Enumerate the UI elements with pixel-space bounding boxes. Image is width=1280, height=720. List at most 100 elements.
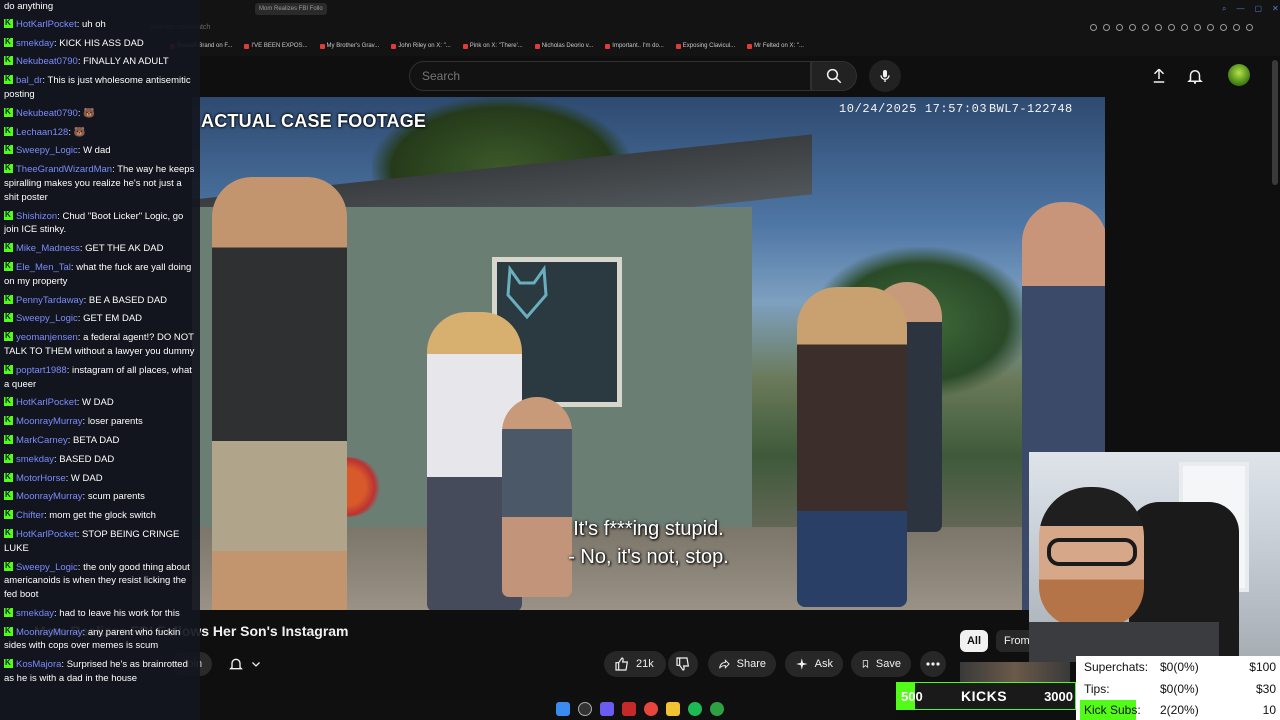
chat-username[interactable]: TheeGrandWizardMan: [16, 164, 112, 175]
extension-icon[interactable]: [1142, 24, 1149, 31]
voice-search-button[interactable]: [869, 60, 901, 92]
share-button[interactable]: Share: [708, 651, 776, 677]
dislike-button[interactable]: [668, 651, 698, 677]
folder-icon[interactable]: [666, 702, 680, 716]
video-player[interactable]: ACTUAL CASE FOOTAGE 10/24/2025 17:57:03 …: [192, 97, 1105, 610]
search-button[interactable]: [811, 61, 857, 91]
bookmark-favicon-icon: [605, 43, 611, 49]
page-scrollbar[interactable]: [1272, 60, 1278, 185]
search-input[interactable]: [422, 69, 802, 83]
extension-icon[interactable]: [1155, 24, 1162, 31]
extension-icon[interactable]: [1168, 24, 1175, 31]
extension-icon[interactable]: [1116, 24, 1123, 31]
chat-username[interactable]: PennyTardaway: [16, 295, 84, 306]
bookmark-favicon-icon: [462, 43, 468, 49]
chat-username[interactable]: Ele_Men_Tal: [16, 262, 71, 273]
create-button[interactable]: [1147, 64, 1171, 88]
xbox-icon[interactable]: [710, 702, 724, 716]
chat-username[interactable]: MoonrayMurray: [16, 491, 83, 502]
minimize-icon[interactable]: —: [1236, 4, 1244, 14]
maximize-icon[interactable]: ▢: [1254, 4, 1262, 14]
subtitle-line-2: - No, it's not, stop.: [568, 546, 729, 568]
chat-text: GET THE AK DAD: [85, 243, 164, 255]
chat-message: MoonrayMurray: scum parents: [4, 488, 198, 504]
bookmark-item[interactable]: Exposing Clavicul...: [675, 40, 735, 52]
search-icon[interactable]: [578, 702, 592, 716]
bookmark-item[interactable]: Pink on X: "There'...: [462, 40, 523, 52]
chat-username[interactable]: smekday: [16, 38, 54, 49]
chat-username[interactable]: poptart1988: [16, 365, 67, 376]
search-icon[interactable]: ⌕: [1222, 4, 1226, 14]
extension-icon[interactable]: [1194, 24, 1201, 31]
chat-username[interactable]: Nekubeat0790: [16, 108, 78, 119]
chat-username[interactable]: HotKarlPocket: [16, 529, 77, 540]
chat-message: Lechaan128: 🐻: [4, 124, 198, 140]
extension-icon[interactable]: [1181, 24, 1188, 31]
bookmark-item[interactable]: Nicholas Deorio v...: [534, 40, 593, 52]
tab-strip: Mom Realizes FBI Follo: [200, 0, 1280, 18]
avatar[interactable]: [1228, 64, 1250, 86]
chat-username[interactable]: Lechaan128: [16, 127, 68, 138]
like-button[interactable]: 21k: [604, 651, 666, 677]
chat-message: Nekubeat0790: 🐻: [4, 105, 198, 121]
chat-username[interactable]: HotKarlPocket: [16, 19, 77, 30]
chat-text: KICK HIS ASS DAD: [59, 37, 144, 49]
chat-username[interactable]: MoonrayMurray: [16, 627, 83, 638]
chat-username[interactable]: MotorHorse: [16, 473, 66, 484]
chat-message: smekday: KICK HIS ASS DAD: [4, 35, 198, 51]
filter-chip-all[interactable]: All: [960, 630, 988, 652]
discord-icon[interactable]: [600, 702, 614, 716]
chat-username[interactable]: bal_dr: [16, 75, 42, 86]
chat-username[interactable]: Sweepy_Logic: [16, 145, 78, 156]
bookmark-item[interactable]: My Brother's Grav...: [319, 40, 379, 52]
chat-username[interactable]: HotKarlPocket: [16, 397, 77, 408]
extension-icon[interactable]: [1207, 24, 1214, 31]
chat-username[interactable]: MarkCarney: [16, 435, 68, 446]
save-button[interactable]: Save: [851, 651, 911, 677]
extension-icon[interactable]: [1090, 24, 1097, 31]
extension-icon[interactable]: [1129, 24, 1136, 31]
thumbs-down-icon: [676, 657, 690, 671]
bookmark-favicon-icon: [244, 43, 250, 49]
chat-username[interactable]: Chifter: [16, 510, 44, 521]
more-actions-button[interactable]: [920, 651, 946, 677]
bookmark-item[interactable]: Important.. I'm do...: [605, 40, 664, 52]
bookmark-item[interactable]: John Riley on X: "...: [391, 40, 451, 52]
chat-text: had to leave his work for this: [59, 607, 180, 619]
chat-username[interactable]: KosMajora: [16, 659, 61, 670]
app-icon[interactable]: [622, 702, 636, 716]
chat-username[interactable]: Nekubeat0790: [16, 56, 78, 67]
chat-username[interactable]: Sweepy_Logic: [16, 313, 78, 324]
chrome-icon[interactable]: [644, 702, 658, 716]
chat-username[interactable]: Sweepy_Logic: [16, 562, 78, 573]
ask-button[interactable]: Ask: [785, 651, 843, 677]
bookmark-item[interactable]: I'VE BEEN EXPOS...: [244, 40, 308, 52]
chat-text: 🐻: [73, 126, 86, 138]
chat-username[interactable]: MoonrayMurray: [16, 416, 83, 427]
extension-icon[interactable]: [1233, 24, 1240, 31]
chat-message: TheeGrandWizardMan: The way he keeps spi…: [4, 161, 198, 204]
like-count: 21k: [636, 658, 654, 670]
kick-badge-icon: [4, 124, 13, 137]
close-icon[interactable]: ✕: [1272, 4, 1279, 14]
chat-username[interactable]: smekday: [16, 454, 54, 465]
kick-badge-icon: [4, 605, 13, 619]
chat-username[interactable]: Shishizon: [16, 211, 57, 222]
subscribe-notifications-button[interactable]: [222, 652, 272, 676]
chevron-down-icon: [252, 662, 260, 667]
extension-icon[interactable]: [1220, 24, 1227, 31]
chat-username[interactable]: Mike_Madness: [16, 243, 80, 254]
bell-icon: [229, 658, 243, 670]
tab-active[interactable]: Mom Realizes FBI Follo: [255, 3, 327, 15]
extension-icon[interactable]: [1246, 24, 1253, 31]
notifications-button[interactable]: [1183, 64, 1207, 88]
chat-username[interactable]: smekday: [16, 608, 54, 619]
taskbar-icons: [556, 702, 724, 716]
bell-icon: [1187, 70, 1203, 84]
spotify-icon[interactable]: [688, 702, 702, 716]
bookmark-item[interactable]: Mr Felted on X: "...: [747, 40, 804, 52]
extension-icon[interactable]: [1103, 24, 1110, 31]
chat-username[interactable]: yeomanjensen: [16, 332, 78, 343]
kick-badge-icon: [4, 259, 13, 273]
start-icon[interactable]: [556, 702, 570, 716]
